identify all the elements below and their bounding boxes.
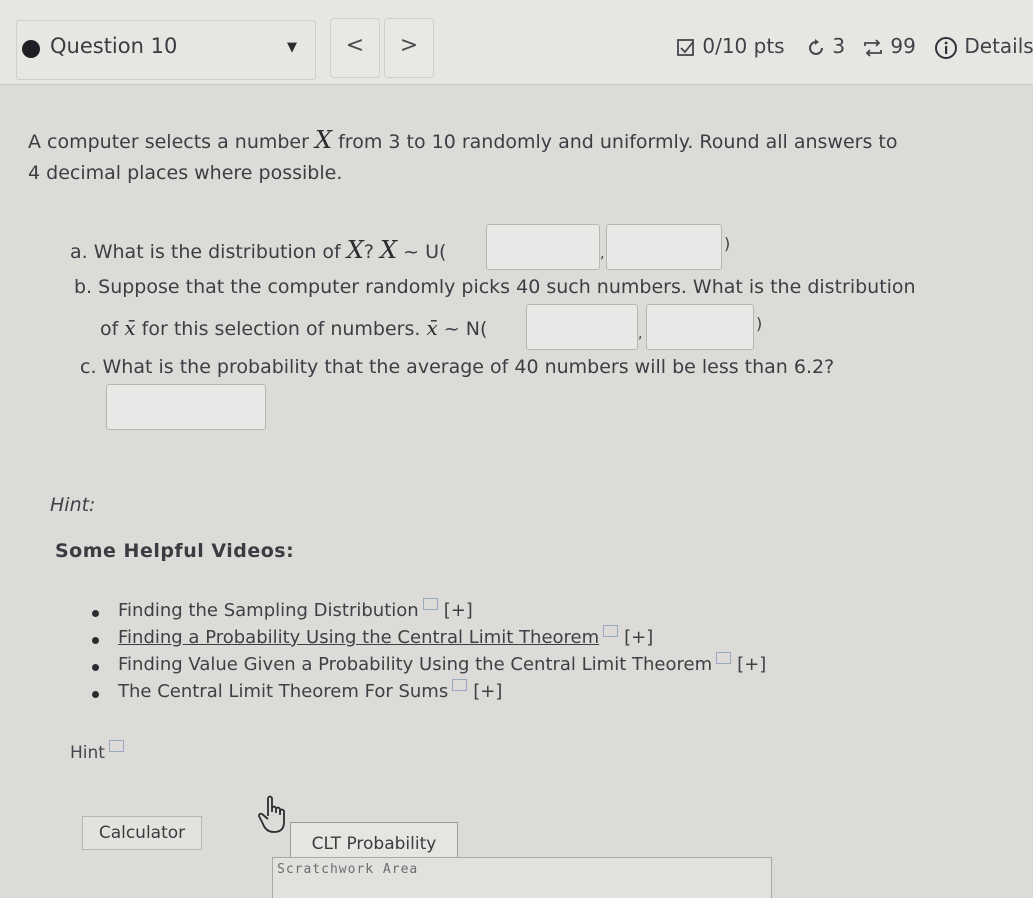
question-title: Question 10 xyxy=(50,34,178,58)
attempts-display: 3 xyxy=(806,34,845,58)
retries-text: 99 xyxy=(890,34,916,58)
bullet-icon xyxy=(92,664,99,671)
question-header: Question 10 ▼ < > 0/10 pts 3 99 Details xyxy=(0,0,1033,85)
status-dot-icon xyxy=(22,40,40,58)
external-link-icon xyxy=(716,652,732,664)
external-link-icon xyxy=(603,625,619,637)
video-link-3[interactable]: Finding Value Given a Probability Using … xyxy=(118,652,766,675)
part-a-input-2[interactable] xyxy=(606,224,722,270)
score-text: 0/10 pts xyxy=(702,34,785,58)
checkbox-icon xyxy=(677,38,694,56)
hand-cursor-icon xyxy=(258,795,285,833)
bullet-icon xyxy=(92,691,99,698)
part-a-close-paren: ) xyxy=(724,234,731,253)
hint-heading: Hint: xyxy=(50,494,96,516)
dropdown-caret-icon[interactable]: ▼ xyxy=(287,40,297,55)
expand-toggle[interactable]: [+] xyxy=(473,681,502,702)
retry-arrows-icon xyxy=(864,38,882,57)
info-icon xyxy=(935,36,957,59)
scratchwork-area[interactable]: Scratchwork Area xyxy=(272,857,772,898)
calculator-button[interactable]: Calculator xyxy=(82,816,202,850)
part-a-input-1[interactable] xyxy=(486,224,600,270)
part-c-text: c. What is the probability that the aver… xyxy=(80,356,835,378)
expand-toggle[interactable]: [+] xyxy=(624,627,653,648)
video-link-1[interactable]: Finding the Sampling Distribution [+] xyxy=(118,598,473,621)
intro-line-1: A computer selects a number X from 3 to … xyxy=(28,126,898,154)
part-b-close-paren: ) xyxy=(756,314,763,333)
intro-line-2: 4 decimal places where possible. xyxy=(28,162,343,184)
scratchwork-label: Scratchwork Area xyxy=(277,862,419,877)
external-link-icon xyxy=(108,740,124,752)
prev-question-button[interactable]: < xyxy=(330,18,380,78)
videos-heading: Some Helpful Videos: xyxy=(55,540,295,562)
next-question-button[interactable]: > xyxy=(384,18,434,78)
details-label: Details xyxy=(964,34,1033,58)
hint-link[interactable]: Hint xyxy=(70,740,124,763)
retries-display: 99 xyxy=(862,34,916,58)
score-display: 0/10 pts xyxy=(676,34,785,58)
var-x: X xyxy=(314,126,333,154)
part-b-line-2: of x̄ for this selection of numbers. x̄ … xyxy=(100,316,488,340)
expand-toggle[interactable]: [+] xyxy=(737,654,766,675)
external-link-icon xyxy=(422,598,438,610)
video-link-2[interactable]: Finding a Probability Using the Central … xyxy=(118,625,653,648)
part-a-text: a. What is the distribution of X? X ~ U( xyxy=(70,236,447,264)
question-body: A computer selects a number X from 3 to … xyxy=(0,86,1033,898)
attempts-text: 3 xyxy=(832,34,846,58)
part-c-input[interactable] xyxy=(106,384,266,430)
part-b-separator: , xyxy=(638,326,643,342)
bullet-icon xyxy=(92,637,99,644)
part-b-input-2[interactable] xyxy=(646,304,754,350)
video-link-4[interactable]: The Central Limit Theorem For Sums [+] xyxy=(118,679,502,702)
bullet-icon xyxy=(92,610,99,617)
expand-toggle[interactable]: [+] xyxy=(444,600,473,621)
details-button[interactable]: Details xyxy=(934,34,1033,60)
external-link-icon xyxy=(452,679,468,691)
part-b-input-1[interactable] xyxy=(526,304,638,350)
part-b-line-1: b. Suppose that the computer randomly pi… xyxy=(74,276,916,298)
redo-icon xyxy=(809,38,823,55)
part-a-separator: , xyxy=(600,246,605,262)
